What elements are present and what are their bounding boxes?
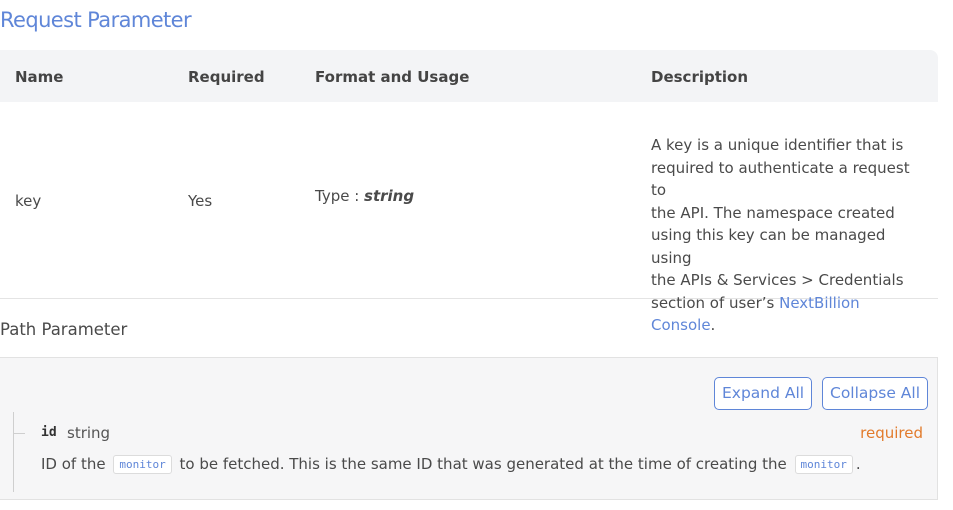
header-description: Description [651,68,749,86]
param-id-description: ID of the monitor to be fetched. This is… [41,455,861,474]
param-required-value: Yes [188,192,213,210]
format-type: string [364,187,415,205]
code-monitor: monitor [794,455,853,474]
tree-line-icon [13,412,14,492]
desc-line: the API. The namespace created [651,203,895,222]
desc-line: using this key can be managed using [651,226,886,267]
desc-line-last: section of user’s NextBillion Console. [651,292,926,337]
param-id-type: string [67,424,111,442]
format-prefix: Type : [315,187,365,205]
header-name: Name [15,68,64,86]
param-id-name: id [41,425,57,440]
desc-line: A key is a unique identifier that is [651,136,904,154]
header-required: Required [188,68,265,86]
desc-line: the APIs & Services > Credentials [651,271,904,289]
desc-part: to be fetched. This is the same ID that … [174,455,792,473]
collapse-all-button[interactable]: Collapse All [822,377,929,410]
header-format: Format and Usage [315,68,470,86]
section-title: Request Parameter [0,8,192,32]
desc-line: required to authenticate a request to [651,158,910,200]
path-parameter-label: Path Parameter [0,320,128,339]
param-description: A key is a unique identifier that is req… [651,134,926,337]
param-required-badge: required [860,424,923,442]
tree-branch-icon [13,433,25,434]
desc-line: section of user’s [651,293,780,312]
desc-part: ID of the [41,455,111,473]
param-name-key: key [15,192,42,210]
param-format: Type : string [315,187,414,205]
table-row: key Yes Type : string A key is a unique … [0,103,938,334]
table-header: Name Required Format and Usage Descripti… [0,50,938,102]
desc-end: . [710,316,716,334]
desc-part: . [855,455,861,473]
code-monitor: monitor [113,455,172,474]
path-parameter-box: Expand All Collapse All id string requir… [0,357,938,500]
expand-all-button[interactable]: Expand All [714,377,813,410]
